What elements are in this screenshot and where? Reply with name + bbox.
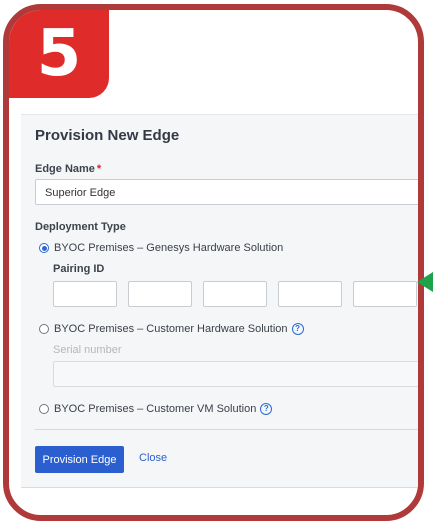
callout-frame: 5 Provision New Edge Edge Name * Superior… [3, 4, 424, 521]
pairing-id-segment-3[interactable] [203, 281, 267, 307]
deployment-type-label: Deployment Type [35, 221, 126, 233]
serial-number-input[interactable] [53, 361, 418, 387]
provision-edge-panel: Provision New Edge Edge Name * Superior E… [21, 114, 418, 488]
panel-title: Provision New Edge [35, 127, 180, 144]
option-customer-hardware-label: BYOC Premises – Customer Hardware Soluti… [54, 323, 288, 335]
pairing-id-segment-1[interactable] [53, 281, 117, 307]
radio-selected-icon[interactable] [39, 243, 49, 253]
pairing-id-segment-2[interactable] [128, 281, 192, 307]
edge-name-label: Edge Name * [35, 163, 101, 175]
edge-name-input[interactable]: Superior Edge [35, 179, 418, 205]
option-customer-hardware[interactable]: BYOC Premises – Customer Hardware Soluti… [39, 323, 304, 335]
option-genesys-hardware[interactable]: BYOC Premises – Genesys Hardware Solutio… [39, 242, 283, 254]
step-number-badge: 5 [9, 10, 109, 98]
pointer-arrow-icon [417, 272, 433, 292]
option-customer-vm-label: BYOC Premises – Customer VM Solution [54, 403, 257, 415]
help-icon[interactable]: ? [260, 403, 273, 415]
provision-edge-button[interactable]: Provision Edge [35, 446, 124, 473]
radio-unselected-icon[interactable] [39, 324, 49, 334]
close-button[interactable]: Close [139, 452, 167, 464]
edge-name-label-text: Edge Name [35, 163, 95, 175]
option-genesys-hardware-label: BYOC Premises – Genesys Hardware Solutio… [54, 242, 284, 254]
help-icon[interactable]: ? [291, 323, 304, 335]
pairing-id-segment-5[interactable] [353, 281, 417, 307]
pairing-id-label: Pairing ID [53, 263, 105, 275]
required-mark: * [96, 163, 102, 175]
option-customer-vm[interactable]: BYOC Premises – Customer VM Solution ? [39, 403, 273, 415]
serial-number-label: Serial number [53, 344, 122, 356]
pairing-id-segment-4[interactable] [278, 281, 342, 307]
footer-divider [35, 429, 418, 430]
radio-unselected-icon[interactable] [39, 404, 49, 414]
